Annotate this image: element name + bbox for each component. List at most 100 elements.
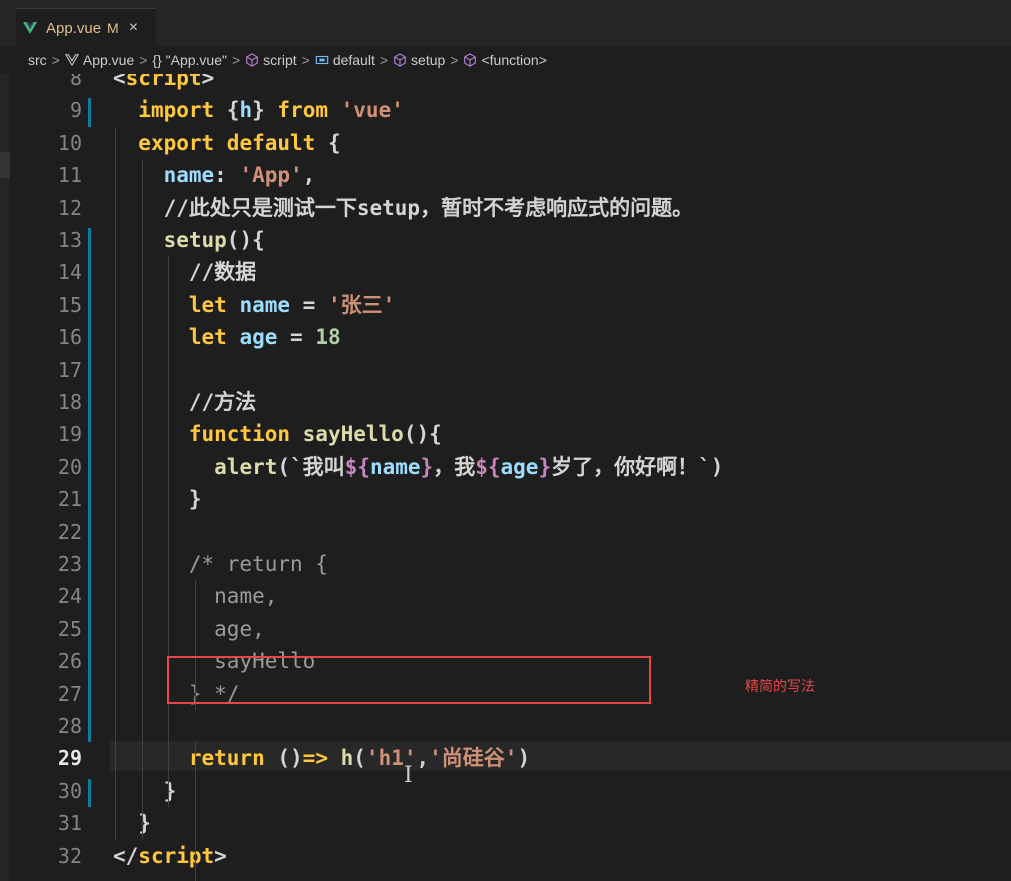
- code-text: //此处只是测试一下setup，暂时不考虑响应式的问题。: [113, 192, 694, 224]
- code-text: }: [113, 775, 177, 807]
- code-token: }: [113, 487, 202, 512]
- code-line: 19 function sayHello(){: [0, 418, 1011, 450]
- chevron-right-icon: >: [301, 52, 310, 68]
- line-number: 14: [57, 260, 82, 285]
- breadcrumb-item[interactable]: App.vue: [64, 52, 135, 68]
- chevron-right-icon: >: [379, 52, 389, 68]
- code-text: import {h} from 'vue': [113, 94, 404, 126]
- code-line: 10 export default {: [0, 127, 1011, 159]
- code-token: 18: [315, 325, 341, 350]
- tab-app-vue[interactable]: App.vue M ×: [16, 8, 156, 47]
- code-token: (`: [277, 454, 303, 479]
- code-token: /* return {: [188, 552, 328, 576]
- breadcrumb-item[interactable]: default: [315, 52, 375, 68]
- code-token: 岁了，你好啊！`): [551, 454, 724, 479]
- code-line: 8 <script>: [0, 74, 1011, 94]
- line-number: 18: [57, 390, 82, 414]
- code-token: from: [277, 98, 341, 123]
- code-token: :: [214, 163, 240, 188]
- indent-guide: [115, 126, 116, 840]
- breadcrumb: src > App.vue >{} "App.vue" > script > default >…: [0, 46, 1011, 74]
- code-token: <: [113, 74, 126, 90]
- code-line: 9 import {h} from 'vue': [0, 94, 1011, 126]
- breadcrumb-item[interactable]: src: [28, 52, 47, 68]
- breadcrumb-item[interactable]: {} "App.vue": [152, 52, 227, 68]
- code-line: 31 }: [0, 807, 1011, 839]
- vue-icon: [64, 53, 79, 67]
- code-token: {: [327, 130, 341, 155]
- code-line: 21 }: [0, 483, 1011, 515]
- chevron-right-icon: >: [450, 52, 459, 68]
- code-token: setup: [163, 228, 227, 252]
- line-number: 8: [69, 74, 82, 90]
- chevron-right-icon: >: [51, 52, 60, 68]
- line-number: 31: [57, 811, 82, 836]
- breadcrumb-item[interactable]: script: [245, 52, 297, 68]
- code-token: name: [163, 163, 215, 188]
- code-token: =: [290, 292, 328, 317]
- code-token: 'App': [239, 163, 303, 188]
- code-token: //方法: [188, 390, 257, 414]
- breadcrumb-item[interactable]: <function>: [463, 52, 547, 68]
- line-number: 28: [57, 714, 82, 738]
- code-token: }: [113, 778, 177, 803]
- line-number: 11: [57, 163, 82, 188]
- code-line: 25 age,: [0, 613, 1011, 645]
- close-icon[interactable]: ×: [129, 19, 138, 37]
- code-token: alert: [214, 454, 278, 479]
- code-line: 24 name,: [0, 580, 1011, 612]
- code-editor[interactable]: 8 <script> 9 import {h} from 'vue' 10 expor…: [0, 74, 1011, 881]
- code-text: export default {: [113, 127, 341, 159]
- code-token: =>: [302, 746, 341, 771]
- breadcrumb-label: src: [28, 52, 47, 68]
- chevron-right-icon: >: [139, 52, 148, 68]
- code-token: 'vue': [340, 98, 404, 123]
- field-icon: [315, 53, 329, 67]
- code-token: h: [340, 746, 354, 771]
- line-number: 19: [57, 422, 82, 447]
- line-number: 27: [57, 681, 82, 706]
- code-token: script: [125, 74, 202, 90]
- breadcrumb-label: script: [263, 52, 297, 68]
- code-token: (: [353, 746, 366, 771]
- code-text: return ()=> h('h1','尚硅谷'): [113, 742, 530, 774]
- code-token: (): [277, 746, 303, 771]
- code-token: name: [239, 292, 291, 317]
- code-token: return: [188, 746, 278, 771]
- indent-guide: [142, 159, 143, 840]
- code-token: 我叫: [302, 454, 345, 479]
- code-token: let: [188, 292, 240, 317]
- code-token: //此处只是测试一下setup，暂时不考虑响应式的问题。: [163, 195, 694, 220]
- code-line: 11 name: 'App',: [0, 159, 1011, 191]
- code-token: script: [138, 843, 215, 868]
- code-text: age,: [113, 613, 265, 645]
- code-token: '尚硅谷': [429, 746, 518, 771]
- line-number: 30: [57, 778, 82, 803]
- code-token: }: [113, 811, 151, 836]
- code-token: >: [201, 74, 215, 90]
- line-number: 15: [57, 292, 82, 317]
- code-token: =: [277, 325, 316, 350]
- code-line: 30 }: [0, 775, 1011, 807]
- breadcrumb-label: App.vue: [82, 52, 135, 68]
- tab-label: App.vue: [46, 19, 102, 37]
- breadcrumb-item[interactable]: setup: [393, 52, 445, 68]
- modified-badge: M: [107, 20, 119, 36]
- code-line: 15 let name = '张三': [0, 289, 1011, 321]
- code-token: (){: [403, 422, 442, 447]
- line-number: 12: [57, 195, 82, 220]
- indent-guide: [168, 256, 169, 808]
- code-line: 23 /* return {: [0, 548, 1011, 580]
- code-token: sayHello: [302, 422, 404, 447]
- code-text: }: [113, 807, 151, 839]
- line-number: 21: [57, 487, 82, 512]
- code-token: '张三': [327, 292, 396, 317]
